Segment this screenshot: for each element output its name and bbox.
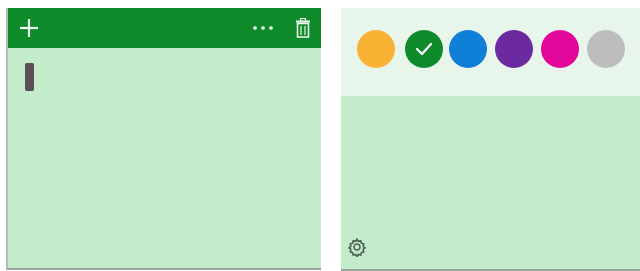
sticky-note-right[interactable] [341,8,640,271]
color-swatch-gray[interactable] [587,30,625,68]
color-palette [341,8,640,96]
checkmark-icon [415,42,433,56]
color-swatch-purple[interactable] [495,30,533,68]
color-swatch-pink[interactable] [541,30,579,68]
delete-icon [296,18,310,38]
note-titlebar[interactable] [8,8,321,48]
add-note-button[interactable] [14,8,44,48]
add-icon [20,19,38,37]
delete-note-button[interactable] [290,8,316,48]
more-options-button[interactable] [249,8,277,48]
color-swatch-blue[interactable] [449,30,487,68]
note-text-area[interactable] [8,48,321,268]
sticky-note-left[interactable] [6,8,321,270]
settings-button[interactable] [346,236,368,258]
sticky-notes-screenshot [0,0,640,271]
color-swatch-yellow[interactable] [357,30,395,68]
color-swatch-green[interactable] [405,30,443,68]
more-icon [253,26,273,30]
gear-icon [347,237,367,257]
